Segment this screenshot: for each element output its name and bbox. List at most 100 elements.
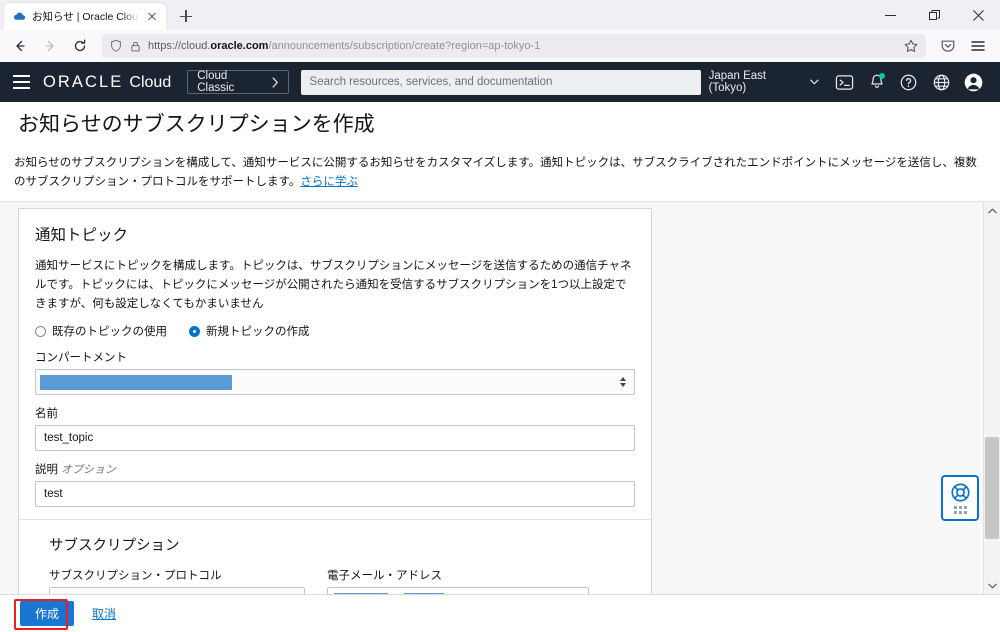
email-field: 電子メール・アドレス @.co.jp bbox=[327, 567, 589, 595]
region-selector[interactable]: Japan East (Tokyo) bbox=[701, 67, 827, 97]
browser-navbar: https://cloud.oracle.com/announcements/s… bbox=[0, 30, 1000, 62]
cloud-shell-icon bbox=[835, 74, 854, 90]
star-icon[interactable] bbox=[903, 38, 919, 54]
compartment-value bbox=[40, 374, 618, 390]
window-minimize-button[interactable] bbox=[868, 0, 912, 30]
shield-icon bbox=[111, 39, 121, 52]
cloud-classic-button[interactable]: Cloud Classic bbox=[187, 70, 289, 94]
window-controls bbox=[868, 0, 1000, 30]
protocol-field: サブスクリプション・プロトコル 電子メール bbox=[49, 567, 305, 595]
cloud-shell-button[interactable] bbox=[830, 67, 859, 97]
name-field: 名前 test_topic bbox=[35, 405, 635, 452]
help-circle-icon bbox=[901, 74, 917, 90]
tab-close-icon[interactable] bbox=[145, 10, 159, 24]
radio-new-topic[interactable]: 新規トピックの作成 bbox=[189, 323, 310, 339]
name-input[interactable]: test_topic bbox=[35, 425, 635, 452]
scrollbar-thumb[interactable] bbox=[984, 437, 999, 540]
description-field: 説明 オプション test bbox=[35, 461, 635, 508]
content-scroll: 通知トピック 通知サービスにトピックを構成します。トピックは、サブスクリプション… bbox=[0, 202, 983, 595]
pocket-icon bbox=[941, 40, 955, 52]
new-tab-button[interactable] bbox=[173, 3, 199, 29]
back-button[interactable] bbox=[6, 33, 34, 59]
oracle-cloud-logo[interactable]: ORACLE Cloud bbox=[43, 73, 171, 92]
radio-new-topic-label: 新規トピックの作成 bbox=[206, 326, 310, 339]
scrollbar-down-arrow[interactable] bbox=[984, 577, 1000, 594]
radio-new-topic-input[interactable] bbox=[189, 325, 200, 337]
forward-button[interactable] bbox=[36, 33, 64, 59]
remove-subscription-button[interactable] bbox=[611, 587, 633, 594]
page-description-text: お知らせのサブスクリプションを構成して、通知サービスに公開するお知らせをカスタマ… bbox=[14, 157, 977, 188]
browser-menu-button[interactable] bbox=[964, 33, 992, 59]
notification-topic-panel: 通知トピック 通知サービスにトピックを構成します。トピックは、サブスクリプション… bbox=[18, 208, 652, 595]
compartment-field: コンパートメント bbox=[35, 349, 635, 396]
support-widget[interactable] bbox=[941, 475, 979, 522]
description-label: 説明 オプション bbox=[35, 461, 635, 477]
browser-tabstrip: お知らせ | Oracle Cloud Infrastru bbox=[0, 0, 1000, 30]
url-text: https://cloud.oracle.com/announcements/s… bbox=[148, 40, 541, 52]
main-menu-button[interactable] bbox=[0, 62, 43, 102]
browser-chrome: お知らせ | Oracle Cloud Infrastru bbox=[0, 0, 1000, 62]
notifications-button[interactable] bbox=[862, 67, 891, 97]
content-area: 通知トピック 通知サービスにトピックを構成します。トピックは、サブスクリプション… bbox=[0, 202, 1000, 595]
search-input[interactable]: Search resources, services, and document… bbox=[300, 69, 701, 95]
description-optional-tag: オプション bbox=[61, 464, 116, 477]
window-maximize-button[interactable] bbox=[912, 0, 956, 30]
region-label: Japan East (Tokyo) bbox=[708, 70, 767, 94]
search-placeholder: Search resources, services, and document… bbox=[309, 76, 553, 88]
oracle-cloud-header: ORACLE Cloud Cloud Classic Search resour… bbox=[0, 62, 1000, 102]
help-button[interactable] bbox=[894, 67, 923, 97]
description-input-value: test bbox=[44, 488, 63, 501]
header-right-controls: Japan East (Tokyo) bbox=[701, 67, 988, 97]
protocol-select[interactable]: 電子メール bbox=[49, 587, 305, 595]
select-spinner-icon[interactable] bbox=[618, 377, 628, 388]
subscription-heading: サブスクリプション bbox=[49, 538, 180, 555]
content-scrollbar[interactable] bbox=[983, 202, 1000, 595]
profile-button[interactable] bbox=[959, 67, 988, 97]
topic-panel-description: 通知サービスにトピックを構成します。トピックは、サブスクリプションにメッセージを… bbox=[35, 260, 632, 310]
subscription-row: サブスクリプション・プロトコル 電子メール 電子メール・アドレス @.co.jp bbox=[49, 567, 635, 595]
subscription-panel: サブスクリプション サブスクリプション・プロトコル 電子メール 電子メール・アド… bbox=[19, 519, 651, 595]
cancel-link[interactable]: 取消 bbox=[92, 605, 116, 622]
email-input[interactable]: @.co.jp bbox=[327, 587, 589, 595]
cloud-icon bbox=[14, 12, 26, 20]
grip-dots-icon[interactable] bbox=[953, 506, 967, 515]
avatar-icon bbox=[964, 73, 983, 91]
logo-cloud-text: Cloud bbox=[129, 73, 172, 91]
radio-existing-topic-label: 既存のトピックの使用 bbox=[52, 326, 167, 339]
topic-mode-radio-group: 既存のトピックの使用 新規トピックの作成 bbox=[35, 323, 635, 339]
action-bar: 作成 取消 bbox=[0, 594, 1000, 632]
logo-oracle-text: ORACLE bbox=[42, 72, 124, 91]
chevron-down-icon bbox=[810, 79, 819, 85]
radio-existing-topic[interactable]: 既存のトピックの使用 bbox=[35, 323, 167, 339]
description-label-text: 説明 bbox=[35, 464, 58, 477]
scrollbar-up-arrow[interactable] bbox=[984, 202, 1000, 219]
scrollbar-track[interactable] bbox=[984, 219, 1000, 577]
compartment-select[interactable] bbox=[35, 369, 635, 396]
browser-tab[interactable]: お知らせ | Oracle Cloud Infrastru bbox=[4, 3, 166, 30]
chevron-right-icon bbox=[272, 76, 278, 88]
create-button[interactable]: 作成 bbox=[20, 601, 75, 627]
email-label: 電子メール・アドレス bbox=[327, 570, 442, 583]
url-bar[interactable]: https://cloud.oracle.com/announcements/s… bbox=[102, 34, 926, 58]
window-close-button[interactable] bbox=[956, 0, 1000, 30]
name-label: 名前 bbox=[35, 408, 58, 421]
reload-button[interactable] bbox=[66, 33, 94, 59]
back-arrow-icon bbox=[16, 40, 25, 52]
forward-arrow-icon bbox=[45, 40, 54, 52]
radio-existing-topic-input[interactable] bbox=[35, 325, 46, 337]
language-button[interactable] bbox=[927, 67, 956, 97]
description-input[interactable]: test bbox=[35, 481, 635, 508]
browser-tab-title: お知らせ | Oracle Cloud Infrastru bbox=[32, 11, 139, 23]
lifebuoy-icon bbox=[950, 483, 970, 502]
reload-icon bbox=[74, 39, 86, 52]
browser-toolbar-right bbox=[934, 33, 992, 59]
page-title-bar: お知らせのサブスクリプションを作成 bbox=[0, 102, 1000, 144]
learn-more-link[interactable]: さらに学ぶ bbox=[300, 176, 358, 188]
page-description: お知らせのサブスクリプションを構成して、通知サービスに公開するお知らせをカスタマ… bbox=[0, 144, 1000, 203]
page-title: お知らせのサブスクリプションを作成 bbox=[18, 113, 375, 136]
hamburger-menu-icon bbox=[971, 41, 985, 51]
protocol-label: サブスクリプション・プロトコル bbox=[49, 570, 222, 583]
lock-icon bbox=[131, 41, 140, 51]
cloud-classic-label: Cloud Classic bbox=[197, 70, 235, 94]
pocket-button[interactable] bbox=[934, 33, 962, 59]
